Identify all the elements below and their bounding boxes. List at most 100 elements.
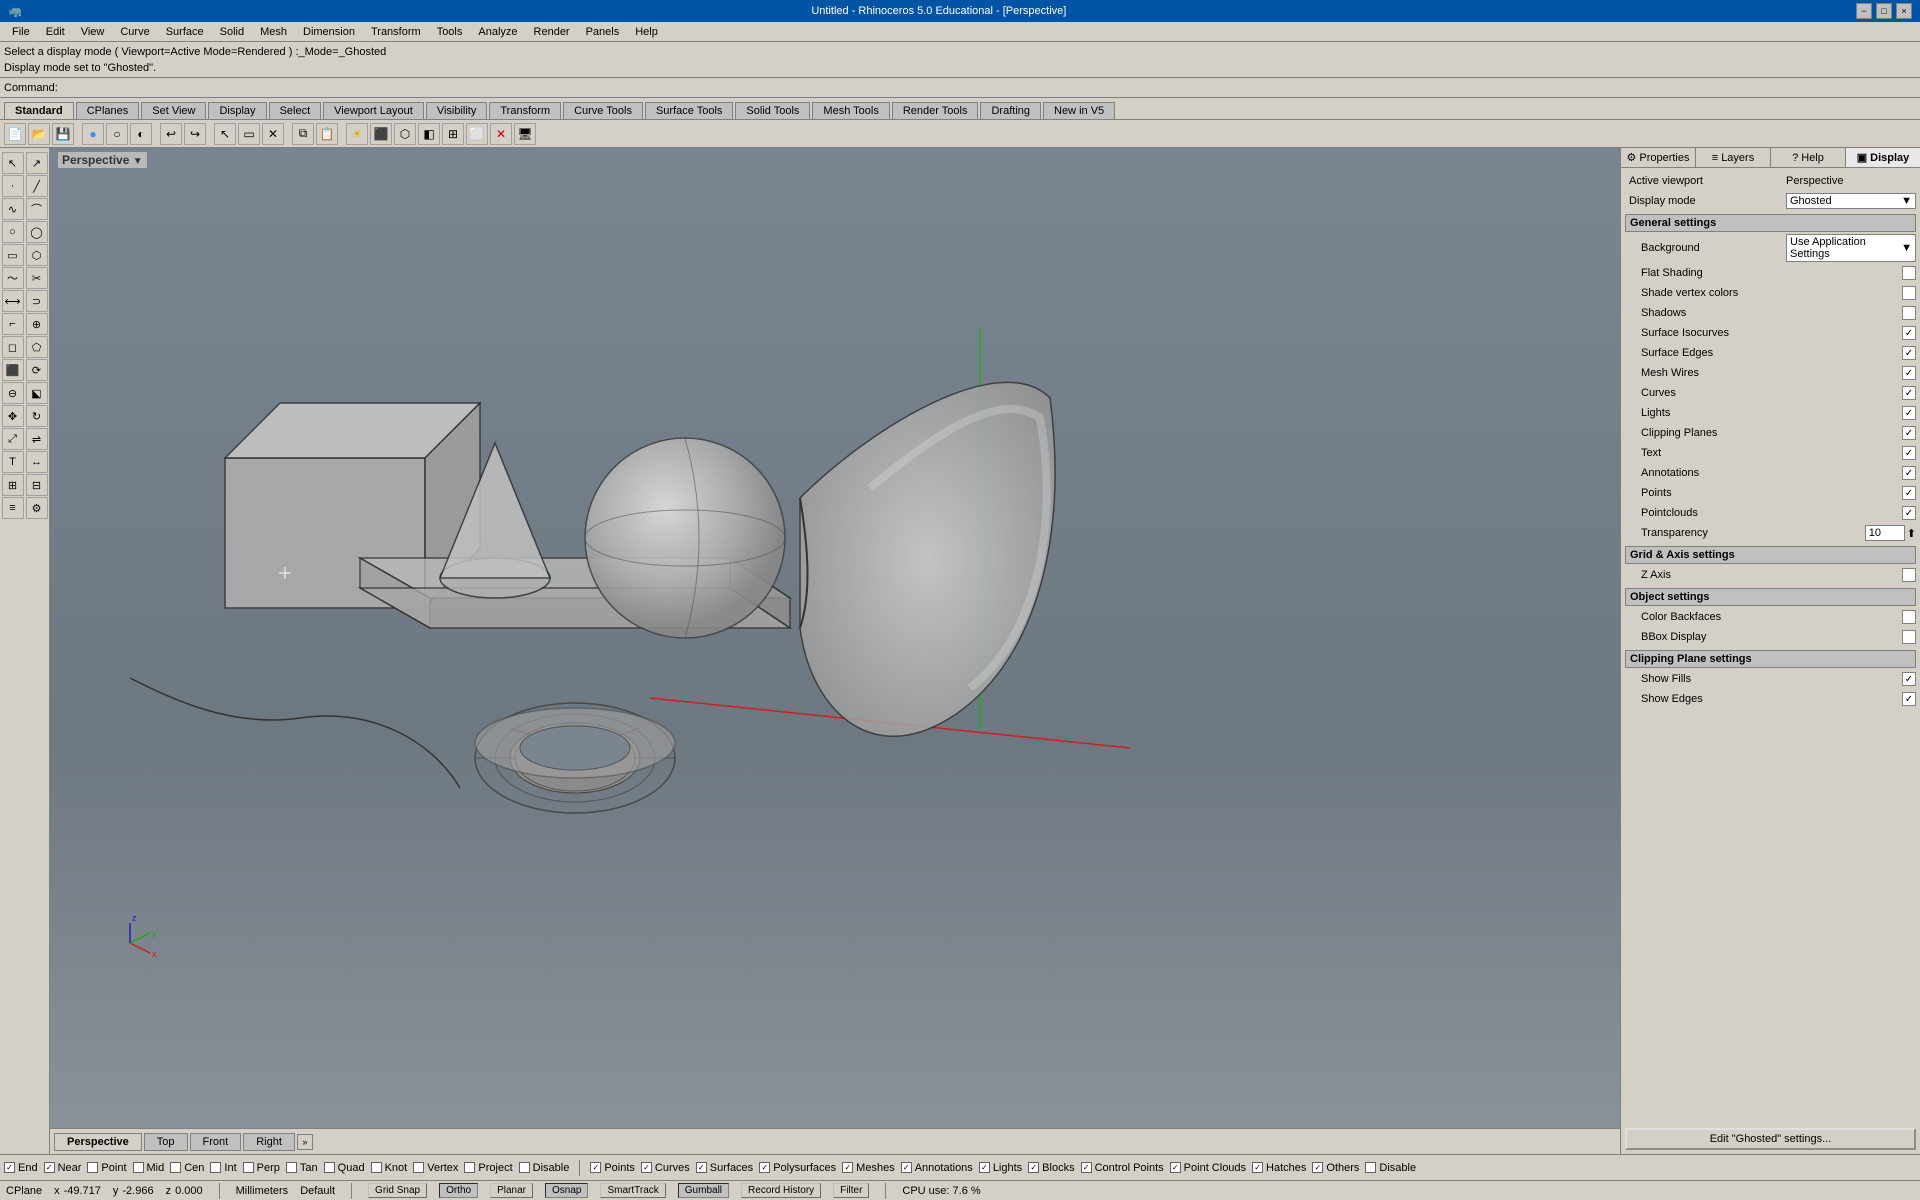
vp-tab-perspective[interactable]: Perspective (54, 1133, 142, 1151)
annotations-checkbox[interactable] (1902, 466, 1916, 480)
lt-shell[interactable]: ⬕ (26, 382, 48, 404)
points-checkbox[interactable] (1902, 486, 1916, 500)
surface-isocurves-checkbox[interactable] (1902, 326, 1916, 340)
lt-line[interactable]: ╱ (26, 175, 48, 197)
maximize-button[interactable]: □ (1876, 3, 1892, 19)
tab-mesh-tools[interactable]: Mesh Tools (812, 102, 889, 119)
smarttrack-button[interactable]: SmartTrack (600, 1183, 665, 1198)
transparency-input[interactable] (1865, 525, 1905, 541)
clipping-planes-checkbox[interactable] (1902, 426, 1916, 440)
filter-pc-cb[interactable] (1170, 1162, 1181, 1173)
ortho-button[interactable]: Ortho (439, 1183, 478, 1198)
lt-ellipse[interactable]: ◯ (26, 221, 48, 243)
text-checkbox[interactable] (1902, 446, 1916, 460)
lt-mirror[interactable]: ⇌ (26, 428, 48, 450)
rp-tab-layers[interactable]: ≡ Layers (1696, 148, 1771, 167)
vp-tab-top[interactable]: Top (144, 1133, 188, 1151)
filter-annotations-cb[interactable] (901, 1162, 912, 1173)
vertex-checkbox[interactable] (413, 1162, 424, 1173)
menu-help[interactable]: Help (627, 24, 666, 40)
lt-trim[interactable]: ✂ (26, 267, 48, 289)
viewport-label[interactable]: Perspective ▼ (58, 152, 147, 168)
tb-perspective[interactable]: ⬜ (466, 123, 488, 145)
quad-checkbox[interactable] (324, 1162, 335, 1173)
tab-new-v5[interactable]: New in V5 (1043, 102, 1115, 119)
tab-standard[interactable]: Standard (4, 102, 74, 119)
tb-render2[interactable]: ○ (106, 123, 128, 145)
lt-layers[interactable]: ≡ (2, 497, 24, 519)
filter-button[interactable]: Filter (833, 1183, 869, 1198)
filter-points-cb[interactable] (590, 1162, 601, 1173)
bbox-display-checkbox[interactable] (1902, 630, 1916, 644)
surface-edges-checkbox[interactable] (1902, 346, 1916, 360)
lt-select-arrow[interactable]: ↖ (2, 152, 24, 174)
rp-tab-help[interactable]: ? Help (1771, 148, 1846, 167)
vp-tab-front[interactable]: Front (190, 1133, 242, 1151)
lt-dim[interactable]: ↔ (26, 451, 48, 473)
near-checkbox[interactable] (44, 1162, 55, 1173)
curves-checkbox[interactable] (1902, 386, 1916, 400)
record-history-button[interactable]: Record History (741, 1183, 821, 1198)
lt-offset[interactable]: ⊃ (26, 290, 48, 312)
menu-file[interactable]: File (4, 24, 38, 40)
close-button[interactable]: × (1896, 3, 1912, 19)
knot-checkbox[interactable] (371, 1162, 382, 1173)
lt-revolve[interactable]: ⟳ (26, 359, 48, 381)
point-checkbox[interactable] (87, 1162, 98, 1173)
lt-scale[interactable]: ⤢ (2, 428, 24, 450)
planar-button[interactable]: Planar (490, 1183, 533, 1198)
tb-grid[interactable]: ⊞ (442, 123, 464, 145)
tb-redo[interactable]: ↪ (184, 123, 206, 145)
shadows-checkbox[interactable] (1902, 306, 1916, 320)
color-backfaces-checkbox[interactable] (1902, 610, 1916, 624)
menu-surface[interactable]: Surface (158, 24, 212, 40)
filter-cp-cb[interactable] (1081, 1162, 1092, 1173)
z-axis-checkbox[interactable] (1902, 568, 1916, 582)
lt-props[interactable]: ⚙ (26, 497, 48, 519)
tb-new[interactable]: 📄 (4, 123, 26, 145)
lt-curve[interactable]: ∿ (2, 198, 24, 220)
transparency-spinner[interactable]: ⬆ (1907, 527, 1916, 540)
show-edges-checkbox[interactable] (1902, 692, 1916, 706)
tab-transform[interactable]: Transform (489, 102, 561, 119)
tb-copy[interactable]: ⧉ (292, 123, 314, 145)
edit-ghosted-button[interactable]: Edit "Ghosted" settings... (1625, 1128, 1916, 1150)
tab-drafting[interactable]: Drafting (980, 102, 1041, 119)
lt-extrude[interactable]: ⬛ (2, 359, 24, 381)
lights-checkbox[interactable] (1902, 406, 1916, 420)
tan-checkbox[interactable] (286, 1162, 297, 1173)
tab-viewport-layout[interactable]: Viewport Layout (323, 102, 424, 119)
mid-checkbox[interactable] (133, 1162, 144, 1173)
tb-delete[interactable]: ✕ (262, 123, 284, 145)
lt-text[interactable]: T (2, 451, 24, 473)
tab-select[interactable]: Select (269, 102, 322, 119)
tab-solid-tools[interactable]: Solid Tools (735, 102, 810, 119)
tb-wire[interactable]: ⬡ (394, 123, 416, 145)
tb-paste[interactable]: 📋 (316, 123, 338, 145)
lt-move[interactable]: ✥ (2, 405, 24, 427)
pointclouds-checkbox[interactable] (1902, 506, 1916, 520)
mesh-wires-checkbox[interactable] (1902, 366, 1916, 380)
lt-circle[interactable]: ○ (2, 221, 24, 243)
flat-shading-checkbox[interactable] (1902, 266, 1916, 280)
filter-polysurfaces-cb[interactable] (759, 1162, 770, 1173)
tb-open[interactable]: 📂 (28, 123, 50, 145)
disable-checkbox[interactable] (519, 1162, 530, 1173)
cen-checkbox[interactable] (170, 1162, 181, 1173)
command-input[interactable] (62, 82, 1916, 94)
lt-surface[interactable]: ◻ (2, 336, 24, 358)
osnap-button[interactable]: Osnap (545, 1183, 588, 1198)
tab-setview[interactable]: Set View (141, 102, 206, 119)
filter-lights-cb[interactable] (979, 1162, 990, 1173)
menu-analyze[interactable]: Analyze (470, 24, 525, 40)
tb-render3[interactable]: ◐ (130, 123, 152, 145)
filter-curves-cb[interactable] (641, 1162, 652, 1173)
lt-rect[interactable]: ▭ (2, 244, 24, 266)
menu-mesh[interactable]: Mesh (252, 24, 295, 40)
vp-tab-right[interactable]: Right (243, 1133, 295, 1151)
filter-surfaces-cb[interactable] (696, 1162, 707, 1173)
lt-join[interactable]: ⊕ (26, 313, 48, 335)
lt-analyze[interactable]: ⊞ (2, 474, 24, 496)
tb-ground[interactable]: ⬛ (370, 123, 392, 145)
tab-curve-tools[interactable]: Curve Tools (563, 102, 643, 119)
